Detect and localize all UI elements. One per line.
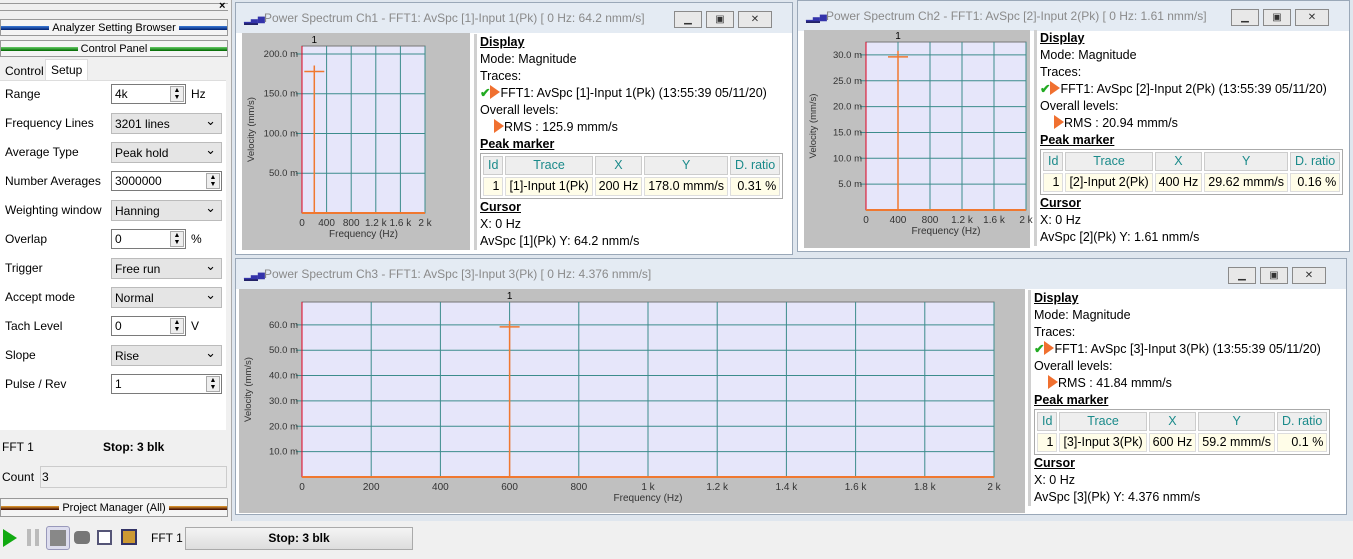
trace-color-icon: [1048, 375, 1058, 389]
x-tick-label: 1.6 k: [845, 482, 868, 493]
bottom-toolbar: FFT 1 Stop: 3 blk: [0, 521, 1353, 559]
trace-label: FFT1: AvSpc [3]-Input 3(Pk) (13:55:39 05…: [1054, 342, 1321, 356]
traces-label: Traces:: [1034, 325, 1076, 339]
display-heading: Display: [1034, 291, 1079, 305]
column-header[interactable]: X: [1148, 412, 1197, 431]
peak-cell: 600 Hz: [1148, 433, 1197, 452]
status-button[interactable]: Stop: 3 blk: [185, 527, 413, 550]
x-tick-label: 1.8 k: [914, 482, 937, 493]
column-header[interactable]: Y: [1198, 412, 1276, 431]
info-panel: Display Mode: Magnitude Traces: ✔ FFT1: A…: [1028, 290, 1331, 506]
x-tick-label: 400: [432, 482, 449, 493]
peak-cell: 59.2 mmm/s: [1198, 433, 1276, 452]
play-icon[interactable]: [3, 529, 17, 547]
column-header[interactable]: Id: [1037, 412, 1058, 431]
x-tick-label: 1.2 k: [706, 482, 729, 493]
peak-cell: 0.1 %: [1277, 433, 1328, 452]
x-tick-label: 1 k: [641, 482, 655, 493]
stop-icon: [50, 530, 66, 546]
x-axis-label: Frequency (Hz): [614, 493, 683, 504]
pause-icon[interactable]: [27, 529, 39, 546]
y-tick-label: 40.0 m: [269, 371, 298, 382]
checkmark-icon[interactable]: ✔: [1034, 342, 1044, 356]
column-header[interactable]: Trace: [1059, 412, 1147, 431]
peak-marker-table: Id Trace X Y D. ratio 1 [3]-Input 3(Pk) 600 Hz 5…: [1034, 409, 1331, 455]
stop-button[interactable]: [46, 526, 70, 550]
x-tick-label: 800: [570, 482, 587, 493]
cursor-heading: Cursor: [1034, 456, 1075, 470]
record-icon[interactable]: [74, 531, 90, 544]
y-tick-label: 60.0 m: [269, 320, 298, 331]
rms-item: RMS : 41.84 mmm/s: [1034, 375, 1330, 392]
window-icon[interactable]: [97, 530, 112, 545]
overall-label: Overall levels:: [1034, 359, 1113, 373]
peak-marker-heading: Peak marker: [1034, 393, 1109, 407]
peak-cell: [3]-Input 3(Pk): [1059, 433, 1147, 452]
y-tick-label: 30.0 m: [269, 396, 298, 407]
save-icon[interactable]: [121, 529, 137, 545]
x-tick-label: 0: [299, 482, 305, 493]
trace-item[interactable]: ✔ FFT1: AvSpc [3]-Input 3(Pk) (13:55:39 0…: [1034, 341, 1330, 358]
cursor-y: AvSpc [3](Pk) Y: 4.376 nmm/s: [1034, 490, 1201, 504]
y-axis-label: Velocity (mm/s): [243, 357, 254, 422]
fft-label: FFT 1: [151, 531, 183, 545]
mode-text: Mode: Magnitude: [1034, 308, 1131, 322]
y-tick-label: 10.0 m: [269, 447, 298, 458]
column-header[interactable]: D. ratio: [1277, 412, 1328, 431]
peak-marker-label: 1: [507, 291, 513, 302]
x-tick-label: 2 k: [987, 482, 1001, 493]
cursor-x: X: 0 Hz: [1034, 473, 1075, 487]
x-tick-label: 600: [501, 482, 518, 493]
y-tick-label: 20.0 m: [269, 421, 298, 432]
rms-value: RMS : 41.84 mmm/s: [1058, 376, 1172, 390]
y-tick-label: 50.0 m: [269, 345, 298, 356]
trace-color-icon: [1044, 341, 1055, 355]
x-tick-label: 200: [363, 482, 380, 493]
x-tick-label: 1.4 k: [776, 482, 799, 493]
peak-cell: 1: [1037, 433, 1058, 452]
